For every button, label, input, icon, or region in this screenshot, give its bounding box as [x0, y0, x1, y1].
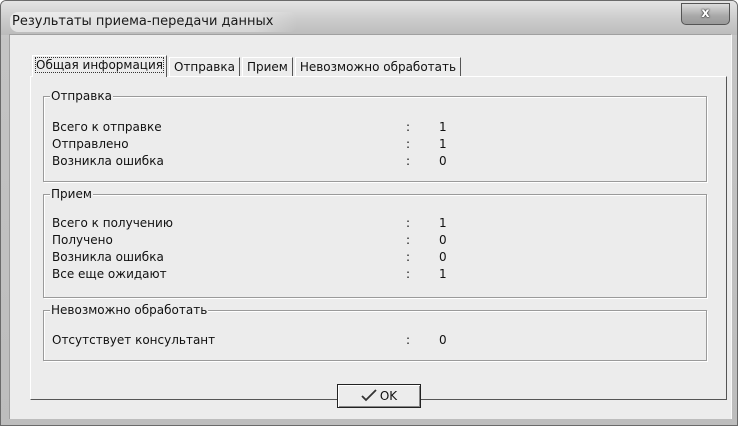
tab-sending[interactable]: Отправка — [169, 57, 240, 76]
stat-separator: : — [406, 154, 411, 168]
stat-value: 1 — [439, 137, 447, 151]
stat-label: Отправлено — [52, 137, 129, 151]
tab-label: Отправка — [174, 60, 235, 74]
stat-row: Возникла ошибка : 0 — [52, 249, 692, 265]
checkmark-icon — [361, 389, 377, 402]
stat-separator: : — [406, 250, 411, 264]
stat-value: 1 — [439, 267, 447, 281]
tab-label: Невозможно обработать — [299, 60, 457, 74]
tab-unprocessable[interactable]: Невозможно обработать — [294, 57, 462, 76]
tab-panel-general-info: Отправка Всего к отправке : 1 Отправлено… — [30, 76, 727, 400]
ok-button[interactable]: OK — [337, 384, 421, 408]
stat-label: Возникла ошибка — [52, 250, 164, 264]
stat-separator: : — [406, 267, 411, 281]
stat-row: Отправлено : 1 — [52, 136, 692, 152]
group-sending: Отправка Всего к отправке : 1 Отправлено… — [43, 89, 707, 182]
group-receiving: Прием Всего к получению : 1 Получено : 0… — [43, 187, 707, 298]
stat-label: Всего к получению — [52, 216, 173, 230]
ok-button-label: OK — [379, 389, 398, 403]
stat-label: Возникла ошибка — [52, 154, 164, 168]
stat-row: Всего к получению : 1 — [52, 215, 692, 231]
stat-value: 0 — [439, 233, 447, 247]
stat-row: Отсутствует консультант : 0 — [52, 332, 692, 348]
stat-separator: : — [406, 333, 411, 347]
stat-value: 1 — [439, 120, 447, 134]
stat-value: 1 — [439, 216, 447, 230]
group-title: Невозможно обработать — [50, 303, 209, 317]
stat-row: Все еще ожидают : 1 — [52, 266, 692, 282]
dialog-window: Результаты приема-передачи данных x Обща… — [0, 0, 738, 426]
stat-label: Все еще ожидают — [52, 267, 167, 281]
stat-separator: : — [406, 137, 411, 151]
stat-separator: : — [406, 120, 411, 134]
dialog-client-area: Общая информация Отправка Прием Невозмож… — [9, 34, 732, 419]
window-title: Результаты приема-передачи данных — [10, 12, 298, 32]
group-title: Отправка — [50, 89, 113, 103]
stat-separator: : — [406, 233, 411, 247]
stat-row: Возникла ошибка : 0 — [52, 153, 692, 169]
stat-value: 0 — [439, 333, 447, 347]
stat-value: 0 — [439, 154, 447, 168]
tab-label: Общая информация — [35, 57, 164, 73]
close-icon: x — [701, 6, 710, 21]
stat-separator: : — [406, 216, 411, 230]
stat-label: Всего к отправке — [52, 120, 162, 134]
tab-general-info[interactable]: Общая информация — [32, 55, 167, 77]
stat-label: Отсутствует консультант — [52, 333, 216, 347]
tab-strip: Общая информация Отправка Прием Невозмож… — [32, 55, 463, 77]
tab-label: Прием — [246, 60, 288, 74]
stat-value: 0 — [439, 250, 447, 264]
group-unprocessable: Невозможно обработать Отсутствует консул… — [43, 303, 707, 361]
title-bar[interactable]: Результаты приема-передачи данных x — [1, 1, 737, 35]
group-title: Прием — [50, 187, 93, 201]
tab-receiving[interactable]: Прием — [241, 57, 293, 76]
stat-row: Получено : 0 — [52, 232, 692, 248]
stat-label: Получено — [52, 233, 113, 247]
stat-row: Всего к отправке : 1 — [52, 119, 692, 135]
close-button[interactable]: x — [681, 3, 730, 25]
